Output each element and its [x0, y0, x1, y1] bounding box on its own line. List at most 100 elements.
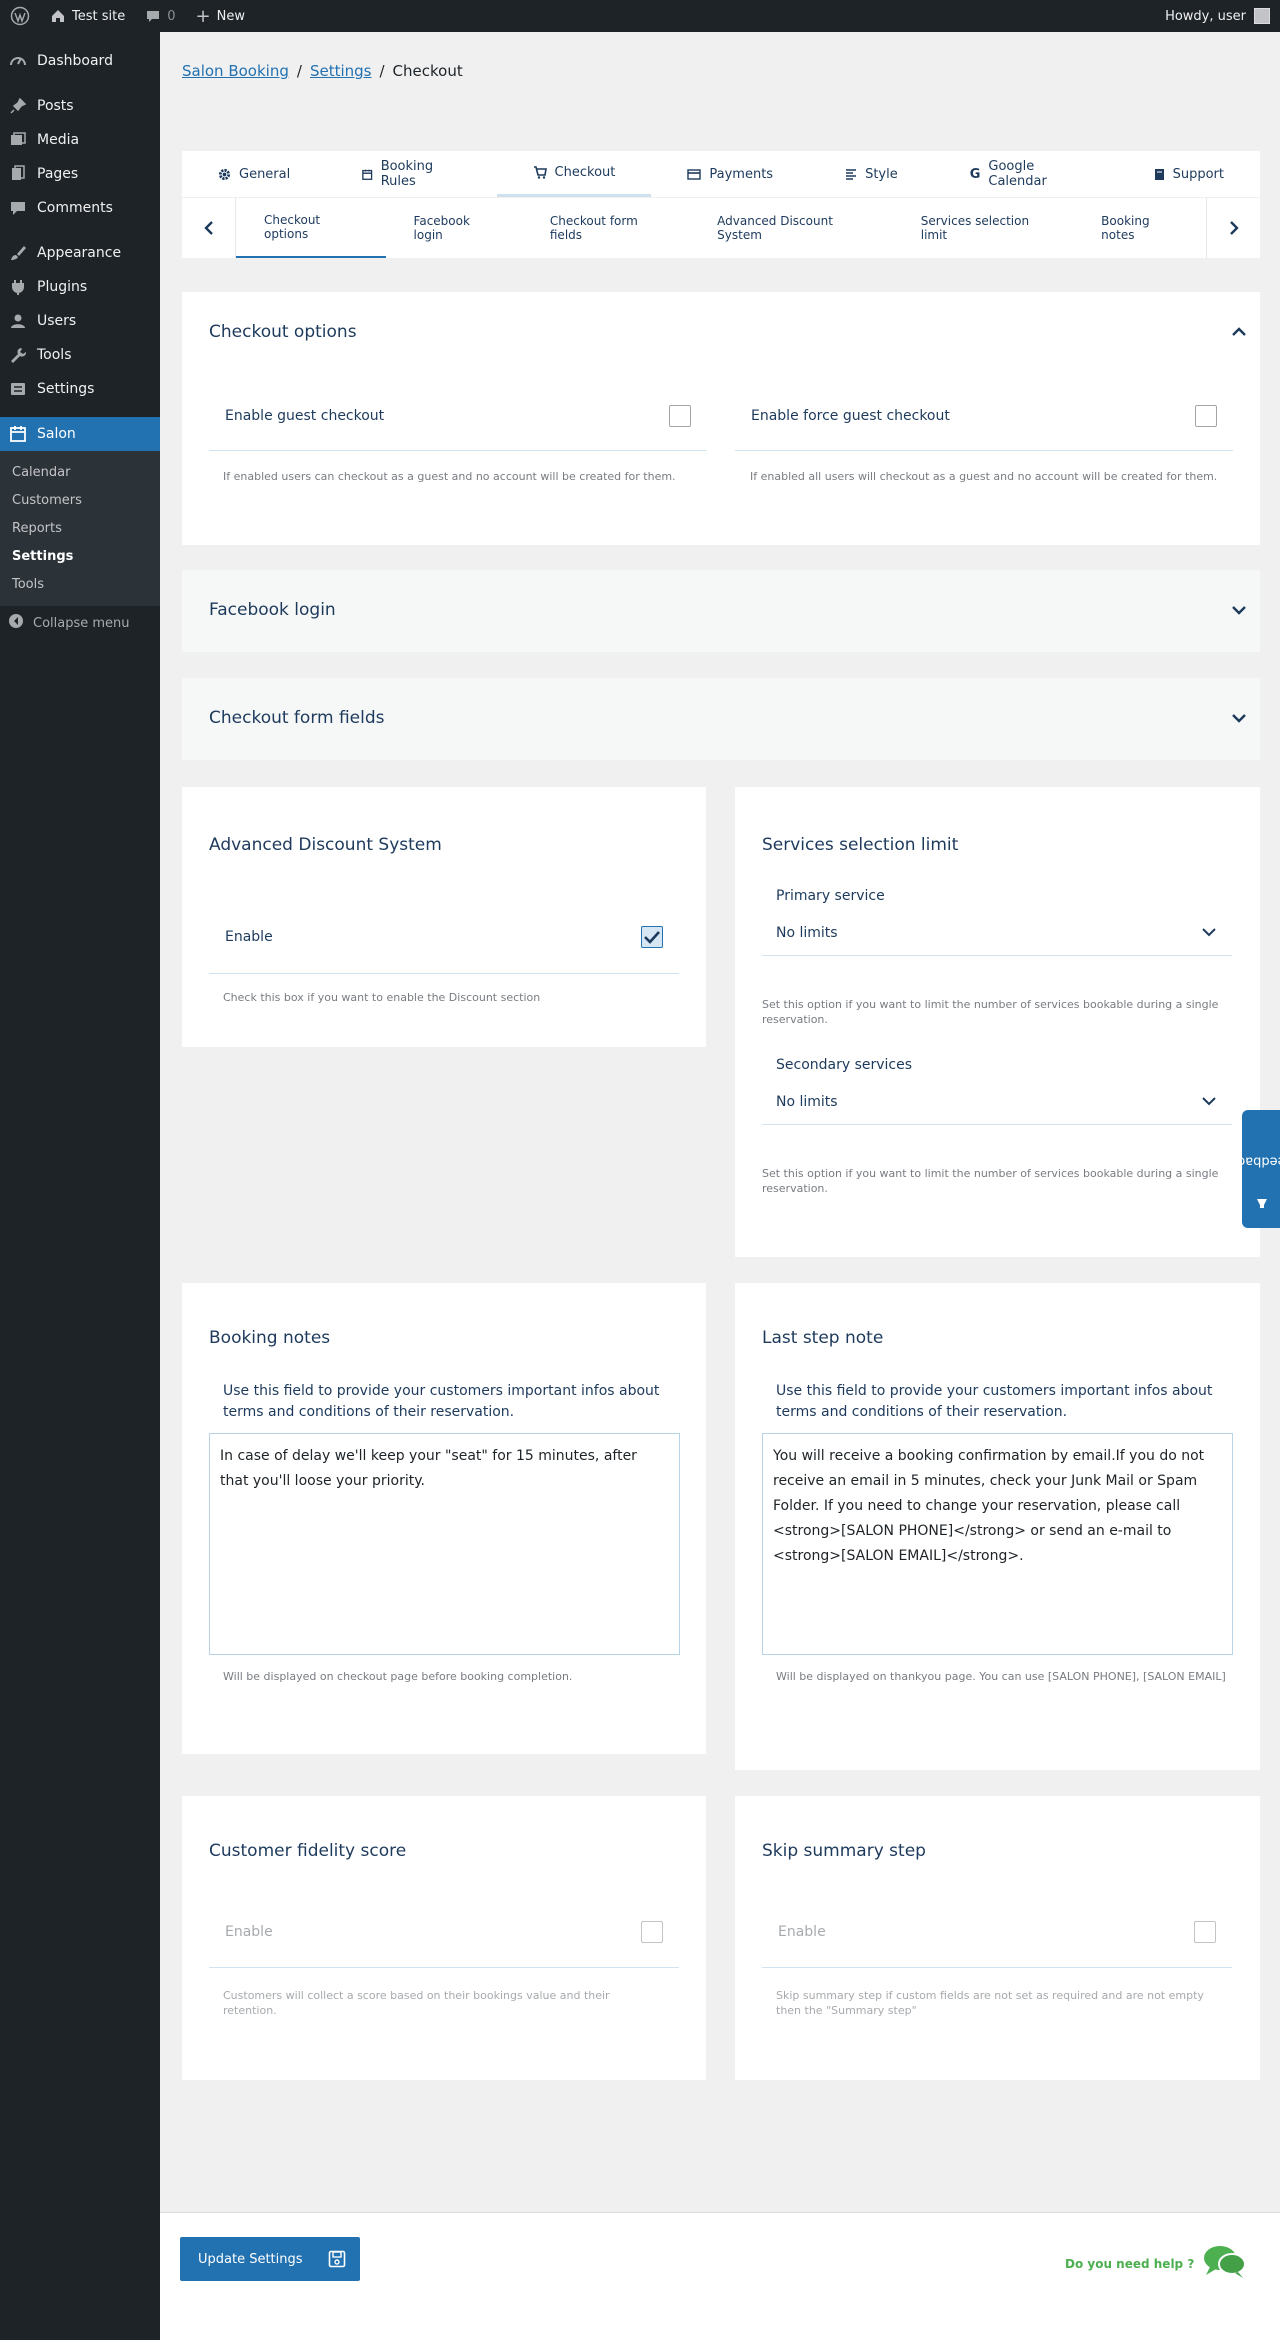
booking-notes-help: Will be displayed on checkout page befor… [223, 1670, 573, 1683]
sidebar-item-users[interactable]: Users [0, 304, 160, 338]
calendar-icon [362, 169, 373, 180]
chevron-down-icon [1202, 1096, 1216, 1105]
last-step-textarea[interactable]: You will receive a booking confirmation … [762, 1433, 1233, 1655]
comments-count: 0 [167, 8, 176, 24]
discount-help: Check this box if you want to enable the… [223, 991, 541, 1004]
collapse-label: Collapse menu [33, 615, 130, 631]
submenu-item-reports[interactable]: Reports [0, 514, 160, 542]
sidebar-item-settings[interactable]: Settings [0, 372, 160, 406]
primary-service-label: Primary service [776, 888, 885, 904]
sidebar-item-label: Appearance [37, 245, 122, 261]
checkout-options-panel: Checkout options Enable guest checkout I… [182, 292, 1260, 545]
update-settings-button[interactable]: Update Settings [180, 2237, 360, 2281]
submenu-item-tools[interactable]: Tools [0, 570, 160, 598]
facebook-login-panel[interactable]: Facebook login [182, 570, 1260, 652]
comments-link[interactable]: 0 [135, 0, 185, 32]
tab-support[interactable]: Support [1118, 151, 1260, 197]
section-tabs: Checkout options Facebook login Checkout… [182, 198, 1260, 258]
force-guest-checkout-label: Enable force guest checkout [751, 407, 950, 424]
fidelity-enable-checkbox[interactable] [641, 1920, 663, 1943]
subtab-booking-notes[interactable]: Booking notes [1073, 198, 1206, 258]
sidebar-item-dashboard[interactable]: Dashboard [0, 44, 160, 78]
guest-checkout-row: Enable guest checkout [209, 381, 707, 451]
force-guest-checkout-row: Enable force guest checkout [735, 381, 1233, 451]
tab-booking-rules[interactable]: Booking Rules [326, 151, 496, 197]
force-guest-checkout-checkbox[interactable] [1195, 404, 1217, 427]
sidebar-item-label: Salon [37, 426, 76, 442]
site-name-link[interactable]: Test site [40, 0, 135, 32]
panel-title: Customer fidelity score [209, 1841, 407, 1861]
sidebar-item-media[interactable]: Media [0, 123, 160, 157]
settings-icon [8, 379, 28, 399]
my-account[interactable]: Howdy, user [1165, 8, 1280, 24]
skip-summary-enable-checkbox[interactable] [1194, 1920, 1216, 1943]
sidebar-item-label: Posts [37, 98, 74, 114]
chevron-down-icon[interactable] [1232, 604, 1246, 620]
sidebar-item-label: Users [37, 313, 77, 329]
tab-payments[interactable]: Payments [651, 151, 809, 197]
tab-checkout[interactable]: Checkout [496, 151, 652, 197]
sidebar-item-appearance[interactable]: Appearance [0, 236, 160, 270]
tab-google-calendar[interactable]: G Google Calendar [934, 151, 1118, 197]
sidebar-item-tools[interactable]: Tools [0, 338, 160, 372]
feedback-button[interactable]: Feedback [1230, 1110, 1280, 1228]
guest-checkout-help: If enabled users can checkout as a guest… [223, 470, 676, 483]
sidebar-item-plugins[interactable]: Plugins [0, 270, 160, 304]
sidebar-item-salon[interactable]: Salon [0, 417, 160, 451]
gear-icon [218, 168, 231, 180]
subtab-services-limit[interactable]: Services selection limit [893, 198, 1073, 258]
last-step-help: Will be displayed on thankyou page. You … [776, 1670, 1226, 1683]
section-tabs-prev-button[interactable] [182, 198, 236, 258]
sidebar-item-posts[interactable]: Posts [0, 89, 160, 123]
tab-style[interactable]: Style [809, 151, 934, 197]
checkout-form-fields-panel[interactable]: Checkout form fields [182, 678, 1260, 760]
booking-notes-description: Use this field to provide your customers… [223, 1383, 660, 1420]
secondary-services-select[interactable]: No limits [762, 1079, 1232, 1125]
need-help-link[interactable]: Do you need help ? [1065, 2257, 1194, 2271]
sidebar-item-comments[interactable]: Comments [0, 191, 160, 225]
new-label: New [216, 8, 245, 24]
howdy-text: Howdy, user [1165, 8, 1246, 24]
skip-summary-enable-row: Enable [762, 1896, 1232, 1968]
media-icon [8, 130, 28, 150]
booking-notes-textarea[interactable]: In case of delay we'll keep your "seat" … [209, 1433, 680, 1655]
subtab-advanced-discount[interactable]: Advanced Discount System [689, 198, 893, 258]
breadcrumb-salon-booking[interactable]: Salon Booking [182, 62, 289, 80]
sidebar-item-pages[interactable]: Pages [0, 157, 160, 191]
panel-title: Facebook login [209, 600, 336, 620]
new-content-link[interactable]: + New [186, 0, 255, 32]
subtab-checkout-options[interactable]: Checkout options [236, 198, 386, 258]
tab-general[interactable]: General [182, 151, 326, 197]
avatar [1254, 8, 1270, 24]
breadcrumb-settings[interactable]: Settings [310, 62, 372, 80]
chevron-up-icon[interactable] [1232, 324, 1246, 340]
primary-service-select[interactable]: No limits [762, 910, 1232, 956]
advanced-discount-panel: Advanced Discount System Enable Check th… [182, 787, 706, 1047]
guest-checkout-label: Enable guest checkout [225, 407, 385, 424]
force-guest-checkout-help: If enabled all users will checkout as a … [750, 470, 1218, 483]
primary-service-help: Set this option if you want to limit the… [762, 998, 1219, 1026]
discount-enable-checkbox[interactable] [641, 926, 663, 948]
panel-title: Services selection limit [762, 835, 959, 855]
chevron-down-icon[interactable] [1232, 712, 1246, 728]
breadcrumb-current: Checkout [392, 62, 463, 80]
breadcrumb: Salon Booking / Settings / Checkout [182, 62, 463, 80]
comment-icon [8, 198, 28, 218]
chevron-down-icon [1202, 927, 1216, 936]
submenu-item-calendar[interactable]: Calendar [0, 458, 160, 486]
google-icon: G [969, 166, 981, 182]
subtab-checkout-form-fields[interactable]: Checkout form fields [522, 198, 689, 258]
wordpress-logo[interactable] [0, 0, 40, 32]
section-tabs-next-button[interactable] [1206, 198, 1260, 258]
submenu-item-customers[interactable]: Customers [0, 486, 160, 514]
secondary-services-label: Secondary services [776, 1057, 913, 1073]
collapse-menu-button[interactable]: Collapse menu [0, 606, 160, 640]
guest-checkout-checkbox[interactable] [669, 404, 691, 427]
chat-bubbles-icon[interactable] [1202, 2243, 1246, 2279]
sidebar-item-label: Plugins [37, 279, 88, 295]
subtab-facebook-login[interactable]: Facebook login [386, 198, 522, 258]
settings-footer: Update Settings Do you need help ? [160, 2212, 1280, 2340]
pin-icon [8, 96, 28, 116]
submenu-item-settings[interactable]: Settings [0, 542, 160, 570]
panel-title: Last step note [762, 1328, 884, 1348]
